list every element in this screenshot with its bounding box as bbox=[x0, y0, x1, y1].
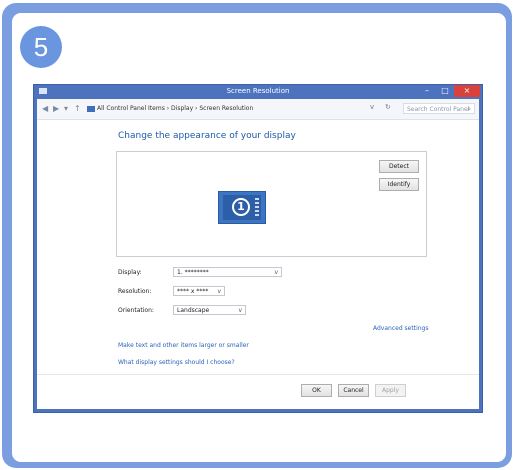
search-icon[interactable]: ⌕ bbox=[467, 104, 471, 115]
resolution-value: **** x **** bbox=[177, 288, 209, 295]
window-title: Screen Resolution bbox=[226, 87, 290, 95]
search-input[interactable]: Search Control Panel ⌕ bbox=[403, 103, 475, 114]
address-bar: ◀ ▶ ▾ ↑ All Control Panel Items › Displa… bbox=[37, 99, 479, 120]
chevron-down-icon: v bbox=[238, 307, 242, 314]
display-value: 1. ******** bbox=[177, 269, 209, 276]
cancel-button[interactable]: Cancel bbox=[338, 384, 369, 397]
breadcrumb[interactable]: All Control Panel Items › Display › Scre… bbox=[87, 103, 387, 114]
forward-icon[interactable]: ▶ bbox=[53, 104, 59, 114]
title-bar[interactable]: Screen Resolution – □ × bbox=[34, 85, 482, 99]
close-button[interactable]: × bbox=[454, 85, 480, 97]
display-settings-help-link[interactable]: What display settings should I choose? bbox=[118, 359, 235, 366]
breadcrumb-path: All Control Panel Items › Display › Scre… bbox=[97, 105, 254, 112]
advanced-settings-link[interactable]: Advanced settings bbox=[373, 325, 428, 332]
computer-icon bbox=[87, 105, 95, 112]
text-size-link[interactable]: Make text and other items larger or smal… bbox=[118, 342, 249, 349]
monitor-screen: 1 bbox=[223, 195, 261, 220]
page-title: Change the appearance of your display bbox=[118, 131, 296, 141]
search-placeholder: Search Control Panel bbox=[407, 106, 470, 113]
orientation-select[interactable]: Landscape v bbox=[173, 305, 246, 315]
screen-resolution-window: Screen Resolution – □ × ◀ ▶ ▾ ↑ All Cont… bbox=[33, 84, 483, 413]
back-icon[interactable]: ◀ bbox=[42, 104, 48, 114]
resolution-label: Resolution: bbox=[118, 288, 152, 295]
window-client-area: ◀ ▶ ▾ ↑ All Control Panel Items › Displa… bbox=[37, 99, 479, 409]
resolution-select[interactable]: **** x **** v bbox=[173, 286, 225, 296]
display-label: Display: bbox=[118, 269, 142, 276]
chevron-down-icon: v bbox=[217, 288, 221, 295]
orientation-label: Orientation: bbox=[118, 307, 154, 314]
monitor-icon[interactable]: 1 bbox=[218, 191, 266, 224]
display-preview-area: 1 Detect Identify bbox=[116, 151, 427, 257]
ok-button[interactable]: OK bbox=[301, 384, 332, 397]
chevron-down-icon: v bbox=[274, 269, 278, 276]
display-select[interactable]: 1. ******** v bbox=[173, 267, 282, 277]
monitor-taskbar bbox=[255, 198, 259, 216]
refresh-icon[interactable]: ↻ bbox=[385, 103, 391, 111]
up-icon[interactable]: ↑ bbox=[74, 104, 81, 114]
minimize-button[interactable]: – bbox=[418, 85, 436, 97]
maximize-button[interactable]: □ bbox=[436, 85, 454, 97]
detect-button[interactable]: Detect bbox=[379, 160, 419, 173]
monitor-number: 1 bbox=[232, 198, 250, 216]
address-dropdown-arrow[interactable]: v bbox=[370, 103, 374, 111]
step-number-badge: 5 bbox=[20, 26, 62, 68]
recent-pages-dropdown[interactable]: ▾ bbox=[64, 104, 68, 114]
apply-button[interactable]: Apply bbox=[375, 384, 406, 397]
identify-button[interactable]: Identify bbox=[379, 178, 419, 191]
divider bbox=[37, 374, 479, 375]
orientation-value: Landscape bbox=[177, 307, 210, 314]
